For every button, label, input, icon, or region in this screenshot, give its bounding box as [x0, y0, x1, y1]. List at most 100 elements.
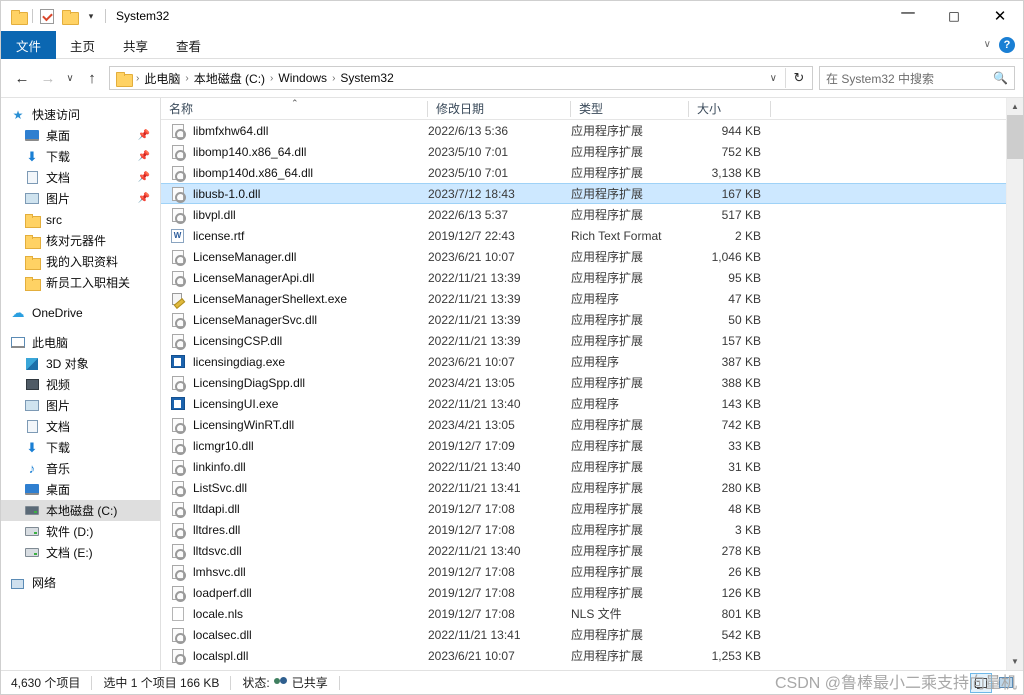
large-icons-view-button[interactable]	[995, 673, 1017, 693]
cell-size: 48 KB	[689, 498, 771, 519]
pin-icon[interactable]: 📌	[138, 172, 150, 183]
sidebar-item-documents[interactable]: 文档 📌	[1, 167, 160, 188]
file-date: 2019/12/7 17:09	[428, 438, 515, 453]
sidebar-group-network[interactable]: 网络	[1, 572, 160, 593]
table-row[interactable]: localspl.dll 2023/6/21 10:07 应用程序扩展 1,253 K…	[161, 645, 1006, 666]
tab-share[interactable]: 共享	[109, 31, 162, 59]
sidebar-item-videos[interactable]: 视频	[1, 374, 160, 395]
navigation-pane[interactable]: ★ 快速访问 桌面 📌 ⬇ 下载 📌 文档 📌 图片 📌 src 核对元器件 我…	[1, 98, 161, 670]
scrollbar-track[interactable]	[1007, 115, 1023, 653]
forward-button[interactable]: →	[35, 65, 61, 91]
table-row[interactable]: licmgr10.dll 2019/12/7 17:09 应用程序扩展 33 KB	[161, 435, 1006, 456]
cell-name: libomp140.x86_64.dll	[161, 141, 428, 162]
breadcrumb-item-0[interactable]: 此电脑	[141, 70, 183, 87]
pin-icon[interactable]: 📌	[138, 151, 150, 162]
table-row[interactable]: lltdsvc.dll 2022/11/21 13:40 应用程序扩展 278 KB	[161, 540, 1006, 561]
file-rows-container[interactable]: libmfxhw64.dll 2022/6/13 5:36 应用程序扩展 944 KB…	[161, 120, 1006, 670]
breadcrumb-item-3[interactable]: System32	[337, 71, 396, 85]
ribbon-collapse-icon[interactable]: ∨	[984, 39, 991, 50]
table-row[interactable]: libusb-1.0.dll 2023/7/12 18:43 应用程序扩展 167 K…	[161, 183, 1006, 204]
sidebar-item-new-employee[interactable]: 新员工入职相关	[1, 272, 160, 293]
table-row[interactable]: LicensingWinRT.dll 2023/4/21 13:05 应用程序扩展 7…	[161, 414, 1006, 435]
sidebar-group-onedrive[interactable]: ☁ OneDrive	[1, 302, 160, 323]
pin-icon[interactable]: 📌	[138, 193, 150, 204]
table-row[interactable]: Wlicense.rtf 2019/12/7 22:43 Rich Text For…	[161, 225, 1006, 246]
table-row[interactable]: libmfxhw64.dll 2022/6/13 5:36 应用程序扩展 944 KB	[161, 120, 1006, 141]
scrollbar-thumb[interactable]	[1007, 115, 1023, 159]
sidebar-item-local-disk-c[interactable]: 本地磁盘 (C:)	[1, 500, 160, 521]
sidebar-item-label: 文档	[46, 171, 71, 185]
sidebar-item-pictures-pc[interactable]: 图片	[1, 395, 160, 416]
column-divider[interactable]	[770, 100, 771, 117]
table-row[interactable]: loadperf.dll 2019/12/7 17:08 应用程序扩展 126 KB	[161, 582, 1006, 603]
tab-home[interactable]: 主页	[56, 31, 109, 59]
table-row[interactable]: libomp140d.x86_64.dll 2023/5/10 7:01 应用程序扩…	[161, 162, 1006, 183]
table-row[interactable]: LicensingDiagSpp.dll 2023/4/21 13:05 应用程序扩…	[161, 372, 1006, 393]
search-input[interactable]: 在 System32 中搜索	[826, 70, 993, 87]
table-row[interactable]: LicenseManager.dll 2023/6/21 10:07 应用程序扩展 1…	[161, 246, 1006, 267]
column-header-size[interactable]: 大小	[689, 98, 771, 120]
table-row[interactable]: libomp140.x86_64.dll 2023/5/10 7:01 应用程序扩展…	[161, 141, 1006, 162]
table-row[interactable]: libvpl.dll 2022/6/13 5:37 应用程序扩展 517 KB	[161, 204, 1006, 225]
minimize-button[interactable]: —	[885, 1, 931, 31]
breadcrumb-item-1[interactable]: 本地磁盘 (C:)	[191, 70, 268, 87]
file-size: 167 KB	[721, 186, 761, 201]
scroll-up-icon[interactable]: ▲	[1007, 98, 1023, 115]
table-row[interactable]: ListSvc.dll 2022/11/21 13:41 应用程序扩展 280 KB	[161, 477, 1006, 498]
qat-new-folder-icon[interactable]	[58, 5, 80, 27]
recent-locations-button[interactable]: ∨	[61, 65, 79, 91]
sidebar-item-documents-pc[interactable]: 文档	[1, 416, 160, 437]
refresh-button[interactable]: ↻	[786, 70, 812, 86]
table-row[interactable]: licensingdiag.exe 2023/6/21 10:07 应用程序 387 …	[161, 351, 1006, 372]
sidebar-item-components[interactable]: 核对元器件	[1, 230, 160, 251]
table-row[interactable]: linkinfo.dll 2022/11/21 13:40 应用程序扩展 31 KB	[161, 456, 1006, 477]
vertical-scrollbar[interactable]: ▲ ▼	[1006, 98, 1023, 670]
table-row[interactable]: LicenseManagerShellext.exe 2022/11/21 13:…	[161, 288, 1006, 309]
table-row[interactable]: LicenseManagerSvc.dll 2022/11/21 13:39 应用程…	[161, 309, 1006, 330]
cell-date: 2019/12/7 17:08	[428, 582, 571, 603]
help-icon[interactable]: ?	[999, 36, 1015, 53]
maximize-button[interactable]: □	[931, 1, 977, 31]
table-row[interactable]: localsec.dll 2022/11/21 13:41 应用程序扩展 542 KB	[161, 624, 1006, 645]
sidebar-item-label: 本地磁盘 (C:)	[46, 504, 118, 518]
back-button[interactable]: ←	[9, 65, 35, 91]
sidebar-item-downloads[interactable]: ⬇ 下载 📌	[1, 146, 160, 167]
scroll-down-icon[interactable]: ▼	[1007, 653, 1023, 670]
close-button[interactable]: ✕	[977, 1, 1023, 31]
sidebar-item-3d-objects[interactable]: 3D 对象	[1, 353, 160, 374]
pin-icon[interactable]: 📌	[138, 130, 150, 141]
details-view-button[interactable]	[970, 672, 992, 693]
folder-icon	[23, 234, 41, 249]
table-row[interactable]: lltdapi.dll 2019/12/7 17:08 应用程序扩展 48 KB	[161, 498, 1006, 519]
sidebar-item-drive-e[interactable]: 文档 (E:)	[1, 542, 160, 563]
breadcrumb-bar[interactable]: › 此电脑 › 本地磁盘 (C:) › Windows › System32 ∨…	[109, 66, 813, 90]
breadcrumb-item-2[interactable]: Windows	[275, 71, 330, 85]
sidebar-item-drive-d[interactable]: 软件 (D:)	[1, 521, 160, 542]
column-header-date[interactable]: 修改日期	[428, 98, 571, 120]
address-dropdown-icon[interactable]: ∨	[762, 73, 785, 84]
sidebar-item-desktop-pc[interactable]: 桌面	[1, 479, 160, 500]
table-row[interactable]: LicensingUI.exe 2022/11/21 13:40 应用程序 143 K…	[161, 393, 1006, 414]
table-row[interactable]: LicensingCSP.dll 2022/11/21 13:39 应用程序扩展 15…	[161, 330, 1006, 351]
sidebar-item-pictures[interactable]: 图片 📌	[1, 188, 160, 209]
table-row[interactable]: LicenseManagerApi.dll 2022/11/21 13:39 应用程…	[161, 267, 1006, 288]
qat-customize-button[interactable]: ▾	[80, 5, 102, 27]
column-header-type[interactable]: 类型	[571, 98, 689, 120]
search-box[interactable]: 在 System32 中搜索 🔍	[819, 66, 1015, 90]
sidebar-item-src[interactable]: src	[1, 209, 160, 230]
table-row[interactable]: locale.nls 2019/12/7 17:08 NLS 文件 801 KB	[161, 603, 1006, 624]
column-header-name[interactable]: 名称 ⌃	[161, 98, 428, 120]
sidebar-item-downloads-pc[interactable]: ⬇ 下载	[1, 437, 160, 458]
sidebar-group-quick-access[interactable]: ★ 快速访问	[1, 104, 160, 125]
up-button[interactable]: ↑	[79, 65, 105, 91]
sidebar-item-onboarding-docs[interactable]: 我的入职资料	[1, 251, 160, 272]
table-row[interactable]: lmhsvc.dll 2019/12/7 17:08 应用程序扩展 26 KB	[161, 561, 1006, 582]
qat-properties-icon[interactable]	[36, 5, 58, 27]
sidebar-group-this-pc[interactable]: 此电脑	[1, 332, 160, 353]
tab-view[interactable]: 查看	[162, 31, 215, 59]
sidebar-item-desktop[interactable]: 桌面 📌	[1, 125, 160, 146]
table-row[interactable]: lltdres.dll 2019/12/7 17:08 应用程序扩展 3 KB	[161, 519, 1006, 540]
qat-folder-icon[interactable]	[7, 5, 29, 27]
tab-file[interactable]: 文件	[1, 31, 57, 59]
sidebar-item-music[interactable]: ♪ 音乐	[1, 458, 160, 479]
